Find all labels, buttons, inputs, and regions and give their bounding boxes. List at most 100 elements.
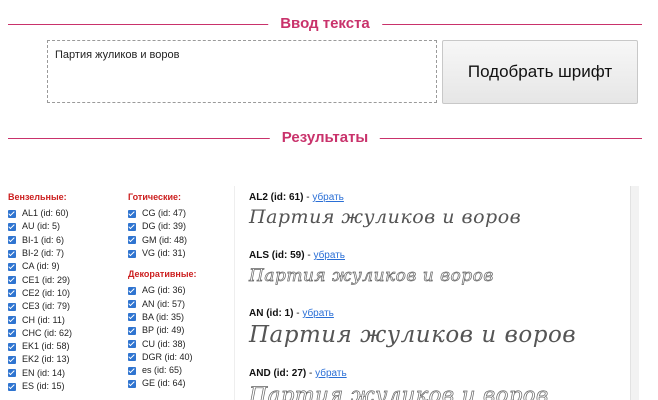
remove-link[interactable]: убрать [312, 192, 344, 203]
font-option-label: GE (id: 64) [142, 378, 186, 389]
group-title-decorative: Декоративные: [128, 269, 197, 280]
font-option[interactable]: BI-1 (id: 6) [8, 234, 118, 247]
font-option-label: BI-2 (id: 7) [22, 248, 65, 259]
font-option-label: AU (id: 5) [22, 221, 61, 232]
group-title-monogram: Вензельные: [8, 192, 67, 202]
font-option-label: ES (id: 15) [22, 381, 65, 391]
font-option-label: GM (id: 48) [142, 234, 188, 245]
font-option-label: DGR (id: 40) [142, 351, 193, 362]
font-option[interactable]: CE2 (id: 10) [8, 287, 118, 300]
font-option[interactable]: CU (id: 38) [128, 337, 238, 350]
font-option[interactable]: BA (id: 35) [128, 311, 238, 324]
checkbox[interactable] [8, 369, 16, 378]
font-option[interactable]: AL1 (id: 60) [8, 207, 118, 220]
remove-link[interactable]: убрать [315, 368, 347, 379]
font-option-label: CA (id: 9) [22, 261, 60, 272]
font-option-label: AL1 (id: 60) [22, 208, 69, 219]
checkbox[interactable] [128, 366, 136, 375]
checkbox[interactable] [128, 326, 136, 335]
font-option[interactable]: VG (id: 31) [128, 247, 238, 260]
checkbox[interactable] [8, 222, 16, 231]
font-option[interactable]: CH (id: 11) [8, 313, 118, 326]
checkbox[interactable] [128, 353, 136, 362]
checkbox[interactable] [128, 249, 136, 258]
checkbox[interactable] [8, 329, 16, 338]
font-option[interactable]: es (id: 65) [128, 364, 238, 377]
checkbox[interactable] [8, 316, 16, 325]
remove-link[interactable]: убрать [302, 308, 334, 319]
font-option[interactable]: CG (id: 47) [128, 207, 238, 220]
font-option[interactable]: EK1 (id: 58) [8, 340, 118, 353]
font-option-label: EN (id: 14) [22, 367, 66, 378]
results-section-header: Результаты [8, 128, 642, 148]
checkbox[interactable] [8, 209, 16, 218]
checkbox[interactable] [128, 286, 136, 295]
font-option[interactable]: GE (id: 64) [128, 377, 238, 390]
checkbox[interactable] [8, 289, 16, 298]
font-option[interactable]: CA (id: 9) [8, 260, 118, 273]
results-scrollbar[interactable] [630, 186, 639, 400]
checkbox[interactable] [8, 276, 16, 285]
font-option-label: CG (id: 47) [142, 208, 187, 219]
results-panel: AL2 (id: 61) - убрать Партия жуликов и в… [234, 186, 631, 400]
gothic-decorative-font-list: Готические: CG (id: 47) DG (id: 39) GM (… [128, 192, 238, 391]
result-sample: Партия жуликов и воров [249, 206, 522, 228]
checkbox[interactable] [8, 382, 16, 391]
checkbox[interactable] [8, 302, 16, 311]
result-font-name: AN (id: 1) [249, 308, 294, 319]
result-font-name: ALS (id: 59) [249, 250, 305, 261]
results-section-title: Результаты [269, 128, 381, 148]
result-header: ALS (id: 59) - убрать [249, 250, 494, 262]
font-option-label: AG (id: 36) [142, 285, 186, 296]
remove-link[interactable]: убрать [313, 250, 345, 261]
checkbox[interactable] [128, 313, 136, 322]
checkbox[interactable] [128, 236, 136, 245]
font-option[interactable]: CE3 (id: 79) [8, 300, 118, 313]
font-option-label: CE3 (id: 79) [22, 301, 71, 312]
font-option[interactable]: BP (id: 49) [128, 324, 238, 337]
font-option[interactable]: EN (id: 14) [8, 367, 118, 380]
font-option[interactable]: AU (id: 5) [8, 220, 118, 233]
result-sample: Партия жуликов и воров [249, 383, 549, 400]
checkbox[interactable] [8, 262, 16, 271]
checkbox[interactable] [8, 342, 16, 351]
result-font-name: AL2 (id: 61) [249, 192, 304, 203]
result-item: AND (id: 27) - убрать Партия жуликов и в… [249, 368, 549, 400]
font-option-label: CE2 (id: 10) [22, 287, 71, 298]
font-option-label: BI-1 (id: 6) [22, 234, 65, 245]
checkbox[interactable] [128, 300, 136, 309]
font-option-label: BA (id: 35) [142, 311, 185, 322]
font-option[interactable]: CHC (id: 62) [8, 327, 118, 340]
match-font-button[interactable]: Подобрать шрифт [442, 40, 638, 104]
checkbox[interactable] [128, 379, 136, 388]
checkbox[interactable] [128, 340, 136, 349]
font-option-label: CH (id: 11) [22, 314, 65, 325]
checkbox[interactable] [8, 236, 16, 245]
checkbox[interactable] [128, 209, 136, 218]
result-item: AN (id: 1) - убрать Партия жуликов и вор… [249, 308, 576, 348]
font-option[interactable]: DGR (id: 40) [128, 351, 238, 364]
input-section-title: Ввод текста [268, 14, 382, 34]
checkbox[interactable] [8, 355, 16, 364]
result-header: AN (id: 1) - убрать [249, 308, 576, 320]
font-option[interactable]: GM (id: 48) [128, 234, 238, 247]
text-input[interactable]: Партия жуликов и воров [47, 40, 437, 103]
font-option[interactable]: AN (id: 57) [128, 297, 238, 310]
font-option[interactable]: EK2 (id: 13) [8, 353, 118, 366]
result-separator: - [306, 368, 316, 379]
font-option-label: AN (id: 57) [142, 298, 186, 309]
checkbox[interactable] [128, 222, 136, 231]
font-option-label: VG (id: 31) [142, 248, 186, 259]
font-option-label: CU (id: 38) [142, 338, 186, 349]
result-sample: Партия жуликов и воров [249, 266, 494, 287]
font-option[interactable]: AG (id: 36) [128, 284, 238, 297]
font-option[interactable]: ES (id: 15) [8, 380, 118, 393]
font-option-label: CE1 (id: 29) [22, 274, 71, 285]
font-option[interactable]: CE1 (id: 29) [8, 273, 118, 286]
font-option[interactable]: DG (id: 39) [128, 220, 238, 233]
font-option[interactable]: BI-2 (id: 7) [8, 247, 118, 260]
font-option-label: CHC (id: 62) [22, 327, 73, 338]
checkbox[interactable] [8, 249, 16, 258]
font-option-label: es (id: 65) [142, 365, 183, 376]
font-option-label: DG (id: 39) [142, 221, 187, 232]
